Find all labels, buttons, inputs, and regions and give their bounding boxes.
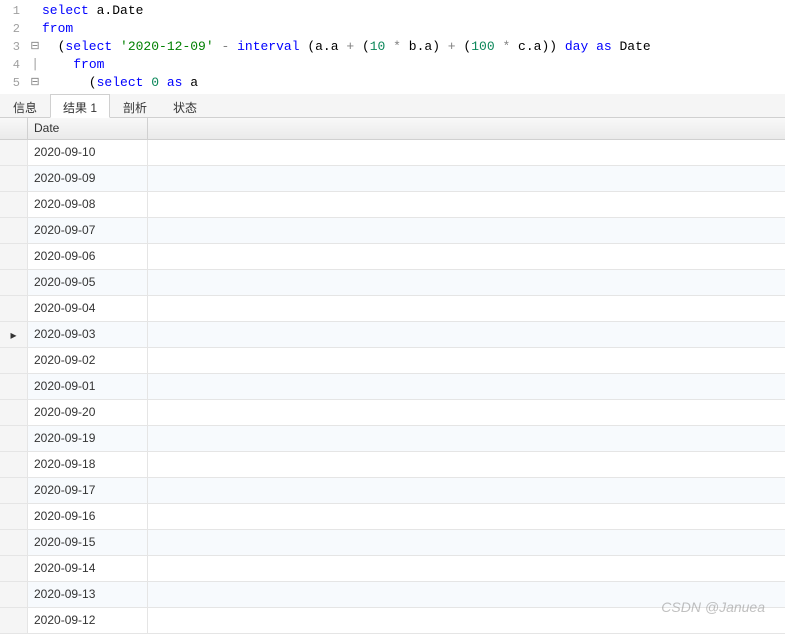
row-indicator xyxy=(0,400,28,425)
cell-date[interactable]: 2020-09-13 xyxy=(28,582,148,607)
code-line[interactable]: 3⊟ (select '2020-12-09' - interval (a.a … xyxy=(0,38,785,56)
table-row[interactable]: 2020-09-01 xyxy=(0,374,785,400)
code-line[interactable]: 1 select a.Date xyxy=(0,2,785,20)
fold-marker: │ xyxy=(28,56,42,74)
line-number: 4 xyxy=(0,56,28,74)
cell-date[interactable]: 2020-09-16 xyxy=(28,504,148,529)
cell-date[interactable]: 2020-09-15 xyxy=(28,530,148,555)
cell-date[interactable]: 2020-09-01 xyxy=(28,374,148,399)
row-indicator xyxy=(0,166,28,191)
table-row[interactable]: 2020-09-10 xyxy=(0,140,785,166)
column-header-date[interactable]: Date xyxy=(28,118,148,139)
cell-date[interactable]: 2020-09-09 xyxy=(28,166,148,191)
table-row[interactable]: 2020-09-04 xyxy=(0,296,785,322)
table-row[interactable]: 2020-09-14 xyxy=(0,556,785,582)
fold-marker xyxy=(28,20,42,38)
cell-date[interactable]: 2020-09-05 xyxy=(28,270,148,295)
line-number: 5 xyxy=(0,74,28,92)
tab[interactable]: 剖析 xyxy=(110,94,160,117)
cell-date[interactable]: 2020-09-07 xyxy=(28,218,148,243)
table-row[interactable]: 2020-09-09 xyxy=(0,166,785,192)
row-indicator xyxy=(0,218,28,243)
row-indicator-header xyxy=(0,118,28,139)
fold-marker xyxy=(28,2,42,20)
table-row[interactable]: 2020-09-02 xyxy=(0,348,785,374)
row-indicator xyxy=(0,270,28,295)
line-number: 1 xyxy=(0,2,28,20)
code-line[interactable]: 4│ from xyxy=(0,56,785,74)
table-row[interactable]: 2020-09-05 xyxy=(0,270,785,296)
watermark: CSDN @Januea xyxy=(661,599,765,615)
cell-date[interactable]: 2020-09-02 xyxy=(28,348,148,373)
row-indicator xyxy=(0,348,28,373)
row-indicator xyxy=(0,244,28,269)
code-content[interactable]: (select '2020-12-09' - interval (a.a + (… xyxy=(42,38,651,56)
code-content[interactable]: select a.Date xyxy=(42,2,143,20)
cell-date[interactable]: 2020-09-03 xyxy=(28,322,148,347)
table-row[interactable]: 2020-09-20 xyxy=(0,400,785,426)
tab[interactable]: 结果 1 xyxy=(50,94,110,118)
table-row[interactable]: 2020-09-06 xyxy=(0,244,785,270)
cell-date[interactable]: 2020-09-18 xyxy=(28,452,148,477)
results-grid[interactable]: Date 2020-09-102020-09-092020-09-082020-… xyxy=(0,118,785,634)
code-content[interactable]: (select 0 as a xyxy=(42,74,198,92)
cell-date[interactable]: 2020-09-14 xyxy=(28,556,148,581)
cell-date[interactable]: 2020-09-04 xyxy=(28,296,148,321)
cell-date[interactable]: 2020-09-19 xyxy=(28,426,148,451)
row-indicator xyxy=(0,556,28,581)
row-indicator xyxy=(0,192,28,217)
table-row[interactable]: 2020-09-17 xyxy=(0,478,785,504)
cell-date[interactable]: 2020-09-06 xyxy=(28,244,148,269)
table-row[interactable]: 2020-09-16 xyxy=(0,504,785,530)
cell-date[interactable]: 2020-09-08 xyxy=(28,192,148,217)
row-indicator xyxy=(0,582,28,607)
results-header-row: Date xyxy=(0,118,785,140)
row-indicator xyxy=(0,426,28,451)
code-content[interactable]: from xyxy=(42,56,104,74)
table-row[interactable]: 2020-09-18 xyxy=(0,452,785,478)
table-row[interactable]: 2020-09-07 xyxy=(0,218,785,244)
table-row[interactable]: ▸2020-09-03 xyxy=(0,322,785,348)
row-indicator: ▸ xyxy=(0,322,28,347)
line-number: 3 xyxy=(0,38,28,56)
cell-date[interactable]: 2020-09-10 xyxy=(28,140,148,165)
cell-date[interactable]: 2020-09-12 xyxy=(28,608,148,633)
code-editor[interactable]: 1select a.Date2from3⊟ (select '2020-12-0… xyxy=(0,0,785,94)
row-indicator xyxy=(0,140,28,165)
row-indicator xyxy=(0,452,28,477)
table-row[interactable]: 2020-09-19 xyxy=(0,426,785,452)
fold-marker[interactable]: ⊟ xyxy=(28,74,42,92)
cell-date[interactable]: 2020-09-20 xyxy=(28,400,148,425)
line-number: 2 xyxy=(0,20,28,38)
cell-date[interactable]: 2020-09-17 xyxy=(28,478,148,503)
row-indicator xyxy=(0,296,28,321)
row-indicator xyxy=(0,504,28,529)
results-tabs: 信息结果 1剖析状态 xyxy=(0,94,785,118)
row-indicator xyxy=(0,530,28,555)
fold-marker[interactable]: ⊟ xyxy=(28,38,42,56)
code-line[interactable]: 2 from xyxy=(0,20,785,38)
row-indicator xyxy=(0,374,28,399)
row-indicator xyxy=(0,608,28,633)
table-row[interactable]: 2020-09-15 xyxy=(0,530,785,556)
table-row[interactable]: 2020-09-08 xyxy=(0,192,785,218)
tab[interactable]: 状态 xyxy=(160,94,210,117)
row-indicator xyxy=(0,478,28,503)
code-line[interactable]: 5⊟ (select 0 as a xyxy=(0,74,785,92)
tab[interactable]: 信息 xyxy=(0,94,50,117)
code-content[interactable]: from xyxy=(42,20,73,38)
